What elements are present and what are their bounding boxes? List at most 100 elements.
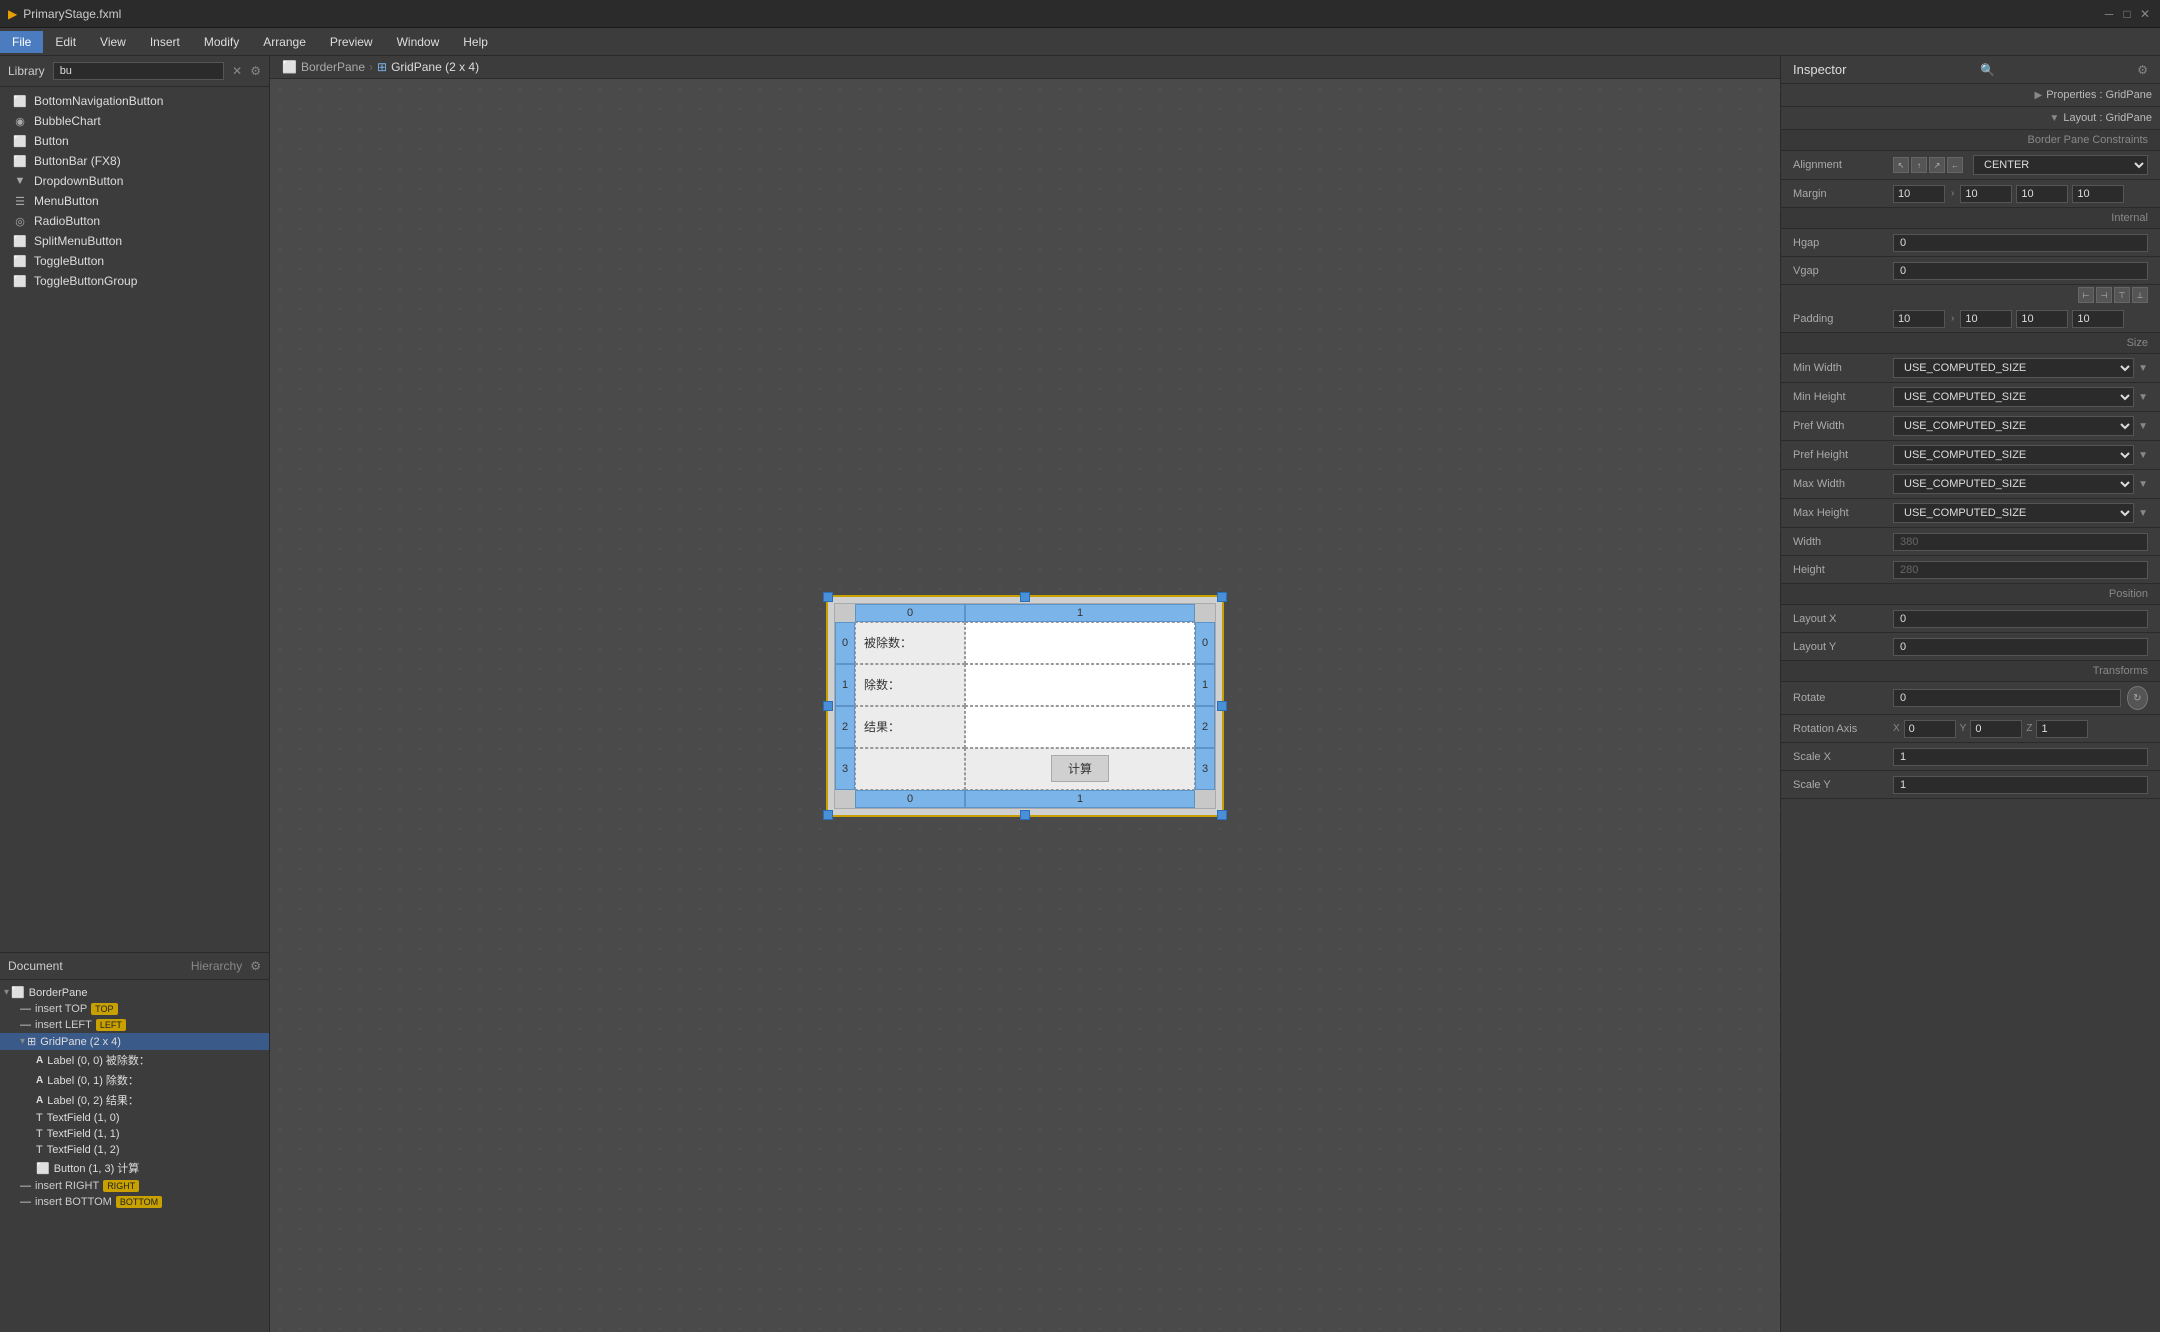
margin-top-input[interactable] [1893,185,1945,203]
margin-arrow-icon: › [1951,188,1954,199]
inspector-layout-tab-row: ▼ Layout : GridPane [1781,107,2160,130]
tab-properties[interactable]: ▶ Properties : GridPane [1781,84,2160,106]
close-button[interactable]: ✕ [2138,7,2152,21]
lib-item-radio-button[interactable]: ◎ RadioButton [0,211,269,231]
cell-1-2[interactable] [965,706,1195,748]
lib-item-bubble-chart[interactable]: ◉ BubbleChart [0,111,269,131]
padding-align-icon-4[interactable]: ⊥ [2132,287,2148,303]
tree-item-label-01[interactable]: A Label (0, 1) 除数： [0,1070,269,1090]
cell-1-1[interactable] [965,664,1195,706]
margin-bottom-input[interactable] [2016,185,2068,203]
lib-item-label: ToggleButton [34,254,104,268]
min-width-select[interactable]: USE_COMPUTED_SIZE [1893,358,2134,378]
padding-left-input[interactable] [2072,310,2124,328]
min-height-select[interactable]: USE_COMPUTED_SIZE [1893,387,2134,407]
pref-width-select[interactable]: USE_COMPUTED_SIZE [1893,416,2134,436]
menu-modify[interactable]: Modify [192,31,251,53]
max-width-select[interactable]: USE_COMPUTED_SIZE [1893,474,2134,494]
library-search-input[interactable] [53,62,224,80]
padding-right-input[interactable] [1960,310,2012,328]
cell-1-0[interactable] [965,622,1195,664]
rotate-dial[interactable]: ↻ [2127,686,2148,710]
padding-bottom-input[interactable] [2016,310,2068,328]
padding-align-icon-1[interactable]: ⊢ [2078,287,2094,303]
vgap-input[interactable] [1893,262,2148,280]
expand-icon: ▾ [20,1036,25,1047]
document-config-icon[interactable]: ⚙ [250,959,261,973]
padding-align-icon-3[interactable]: ⊤ [2114,287,2130,303]
inspector-config-icon[interactable]: ⚙ [2137,63,2148,77]
lib-item-button[interactable]: ⬜ Button [0,131,269,151]
tab-arrow-properties: ▶ [2035,90,2043,101]
layout-x-input[interactable] [1893,610,2148,628]
max-height-select[interactable]: USE_COMPUTED_SIZE [1893,503,2134,523]
breadcrumb-borderpane[interactable]: BorderPane [301,60,365,74]
lib-item-menu-button[interactable]: ☰ MenuButton [0,191,269,211]
tree-item-label-00[interactable]: A Label (0, 0) 被除数： [0,1050,269,1070]
lib-item-split-menu-button[interactable]: ⬜ SplitMenuButton [0,231,269,251]
alignment-select[interactable]: CENTER TOP_LEFT TOP_CENTER TOP_RIGHT BOT… [1973,155,2148,175]
tree-item-gridpane[interactable]: ▾ ⊞ GridPane (2 x 4) [0,1033,269,1050]
lib-item-buttonbar[interactable]: ⬜ ButtonBar (FX8) [0,151,269,171]
align-ml-icon[interactable]: ← [1947,157,1963,173]
tree-item-button-13[interactable]: ⬜ Button (1, 3) 计算 [0,1158,269,1178]
alignment-value: ↖ ↑ ↗ ← CENTER TOP_LEFT TOP_CENTER TOP_R… [1893,155,2148,175]
minimize-button[interactable]: ─ [2102,7,2116,21]
pref-height-select[interactable]: USE_COMPUTED_SIZE [1893,445,2134,465]
tab-layout[interactable]: ▼ Layout : GridPane [1781,107,2160,129]
tree-item-insert-right[interactable]: — insert RIGHT RIGHT [0,1178,269,1194]
menu-preview[interactable]: Preview [318,31,385,53]
resize-handle-bl[interactable] [823,810,833,820]
tree-item-borderpane[interactable]: ▾ ⬜ BorderPane [0,984,269,1001]
menu-arrange[interactable]: Arrange [251,31,318,53]
calc-button[interactable]: 计算 [1051,755,1109,782]
resize-handle-tl[interactable] [823,592,833,602]
tree-item-textfield-10[interactable]: T TextField (1, 0) [0,1110,269,1126]
lib-item-toggle-button[interactable]: ⬜ ToggleButton [0,251,269,271]
padding-align-icon-2[interactable]: ⊣ [2096,287,2112,303]
rotate-input[interactable] [1893,689,2121,707]
resize-handle-bm[interactable] [1020,810,1030,820]
tree-item-insert-left[interactable]: — insert LEFT LEFT [0,1017,269,1033]
menu-file[interactable]: File [0,31,43,53]
tree-item-label-02[interactable]: A Label (0, 2) 结果： [0,1090,269,1110]
align-tc-icon[interactable]: ↑ [1911,157,1927,173]
resize-handle-tm[interactable] [1020,592,1030,602]
resize-handle-rm[interactable] [1217,701,1227,711]
resize-handle-br[interactable] [1217,810,1227,820]
rotation-x-input[interactable] [1904,720,1956,738]
lib-item-dropdown-button[interactable]: ▼ DropdownButton [0,171,269,191]
menu-window[interactable]: Window [385,31,452,53]
menu-view[interactable]: View [88,31,138,53]
inspector-search-icon[interactable]: 🔍 [1980,63,1995,77]
hgap-input[interactable] [1893,234,2148,252]
maximize-button[interactable]: □ [2120,7,2134,21]
menu-insert[interactable]: Insert [138,31,192,53]
rotation-z-input[interactable] [2036,720,2088,738]
menu-edit[interactable]: Edit [43,31,88,53]
align-tr-icon[interactable]: ↗ [1929,157,1945,173]
scale-y-input[interactable] [1893,776,2148,794]
width-input[interactable] [1893,533,2148,551]
library-clear-icon[interactable]: ✕ [232,64,242,78]
height-input[interactable] [1893,561,2148,579]
margin-right-input[interactable] [1960,185,2012,203]
lib-item-bottom-nav-button[interactable]: ⬜ BottomNavigationButton [0,91,269,111]
layout-y-input[interactable] [1893,638,2148,656]
align-tl-icon[interactable]: ↖ [1893,157,1909,173]
tree-item-textfield-11[interactable]: T TextField (1, 1) [0,1126,269,1142]
resize-handle-tr[interactable] [1217,592,1227,602]
menu-button-icon: ☰ [12,193,28,209]
scale-x-input[interactable] [1893,748,2148,766]
breadcrumb-gridpane[interactable]: GridPane (2 x 4) [391,60,479,74]
menu-help[interactable]: Help [451,31,500,53]
tree-item-insert-bottom[interactable]: — insert BOTTOM BOTTOM [0,1194,269,1210]
lib-item-toggle-button-group[interactable]: ⬜ ToggleButtonGroup [0,271,269,291]
margin-left-input[interactable] [2072,185,2124,203]
padding-top-input[interactable] [1893,310,1945,328]
tree-item-textfield-12[interactable]: T TextField (1, 2) [0,1142,269,1158]
resize-handle-lm[interactable] [823,701,833,711]
library-config-icon[interactable]: ⚙ [250,64,261,78]
rotation-y-input[interactable] [1970,720,2022,738]
tree-item-insert-top[interactable]: — insert TOP TOP [0,1001,269,1017]
